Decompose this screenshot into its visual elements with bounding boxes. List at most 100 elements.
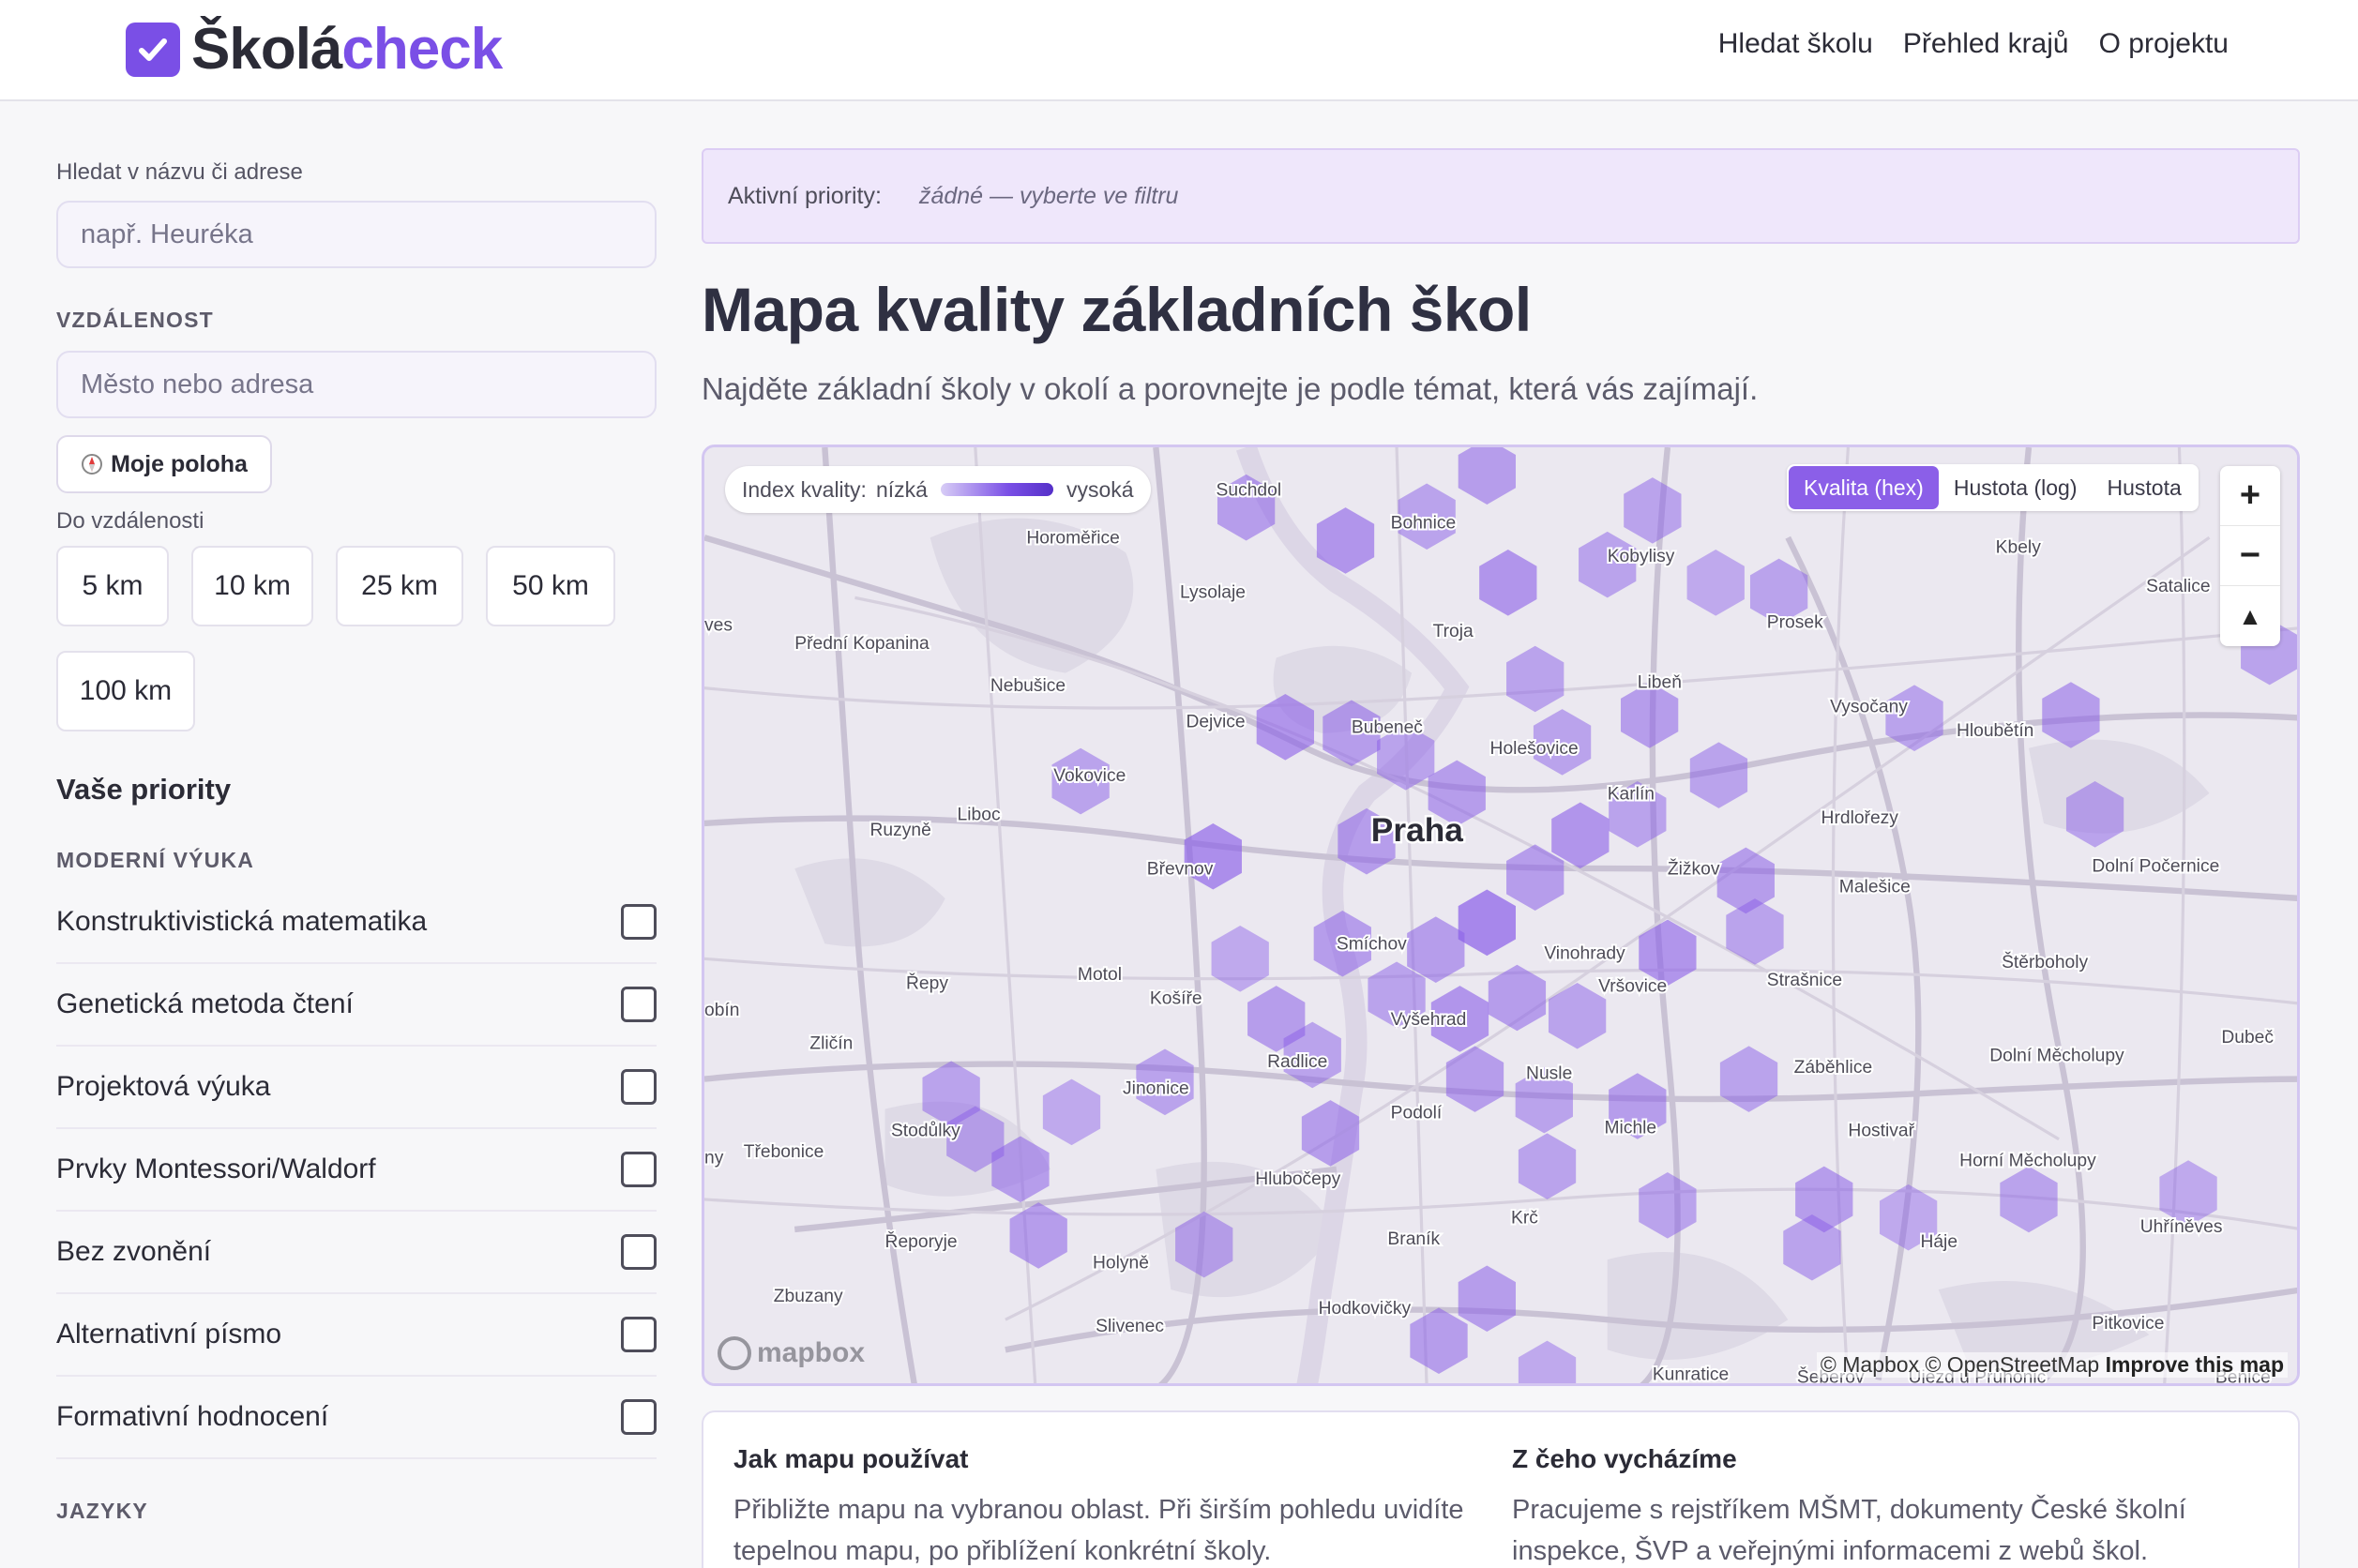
priority-checkbox[interactable] [621, 1317, 657, 1352]
priority-label: Alternativní písmo [56, 1319, 282, 1349]
place-label: Kunratice [1653, 1364, 1729, 1384]
priority-label: Projektová výuka [56, 1071, 271, 1102]
priority-checkbox[interactable] [621, 987, 657, 1022]
place-label: Řeporyje [885, 1232, 958, 1252]
checkbox-logo-icon [126, 23, 180, 77]
nav-find-school[interactable]: Hledat školu [1718, 28, 1873, 60]
place-label: Suchdol [1217, 480, 1282, 500]
nav-about[interactable]: O projektu [2099, 28, 2229, 60]
distance-25km-button[interactable]: 25 km [336, 546, 463, 626]
legend-high: vysoká [1066, 476, 1134, 502]
priority-checkbox[interactable] [621, 904, 657, 940]
place-label: Smíchov [1337, 935, 1407, 955]
place-label: Ruzyně [869, 821, 930, 840]
priority-item[interactable]: Genetická metoda čtení [56, 964, 657, 1047]
place-label: Satalice [2146, 577, 2210, 596]
logo-text: Školácheck [191, 21, 503, 79]
nav-regions[interactable]: Přehled krajů [1903, 28, 2069, 60]
place-label: Libeň [1638, 673, 1682, 693]
place-label: Holyně [1093, 1254, 1149, 1274]
page-title: Mapa kvality základních škol [702, 275, 1532, 344]
page-subtitle: Najděte základní školy v okolí a porovne… [702, 371, 1759, 406]
improve-map-link[interactable]: Improve this map [2106, 1352, 2284, 1377]
place-label: Horní Měcholupy [1959, 1152, 2096, 1171]
place-label: Michle [1605, 1118, 1657, 1138]
place-label: Pitkovice [2092, 1314, 2164, 1334]
place-label: Slivenec [1096, 1317, 1164, 1336]
quality-map[interactable]: Suchdol Bohnice Horoměřice Kobylisy Kbely Sat… [702, 445, 2300, 1386]
distance-50km-button[interactable]: 50 km [486, 546, 615, 626]
priority-checkbox[interactable] [621, 1152, 657, 1187]
active-priorities-label: Aktivní priority: [728, 182, 882, 209]
distance-5km-button[interactable]: 5 km [56, 546, 169, 626]
info-src-title: Z čeho vycházíme [1512, 1444, 1737, 1473]
place-label: Uhříněves [2140, 1217, 2223, 1237]
priority-label: Bez zvonění [56, 1236, 212, 1267]
place-label: Dolní Měcholupy [1989, 1046, 2124, 1065]
mode-density[interactable]: Hustota [2093, 466, 2197, 509]
map-canvas[interactable]: Suchdol Bohnice Horoměřice Kobylisy Kbely Sat… [704, 447, 2300, 1386]
place-label: Holešovice [1490, 739, 1579, 759]
compass-button[interactable]: ▲ [2220, 586, 2280, 646]
place-label: Horoměřice [1026, 529, 1120, 549]
place-label: Hrdlořezy [1821, 808, 1899, 828]
priorities-title: Vaše priority [56, 773, 232, 806]
zoom-out-button[interactable]: − [2220, 526, 2280, 586]
city-label: Praha [1371, 812, 1463, 849]
distance-10km-button[interactable]: 10 km [191, 546, 313, 626]
place-label: Motol [1078, 965, 1122, 985]
map-zoom-controls: + − ▲ [2220, 466, 2280, 646]
priority-label: Genetická metoda čtení [56, 988, 354, 1019]
location-input[interactable]: Město nebo adresa [56, 351, 657, 418]
place-label: ny [704, 1148, 724, 1168]
distance-section-title: VZDÁLENOST [56, 308, 214, 332]
place-label: Lysolaje [1180, 582, 1246, 602]
info-how-title: Jak mapu používat [733, 1444, 969, 1473]
priority-item[interactable]: Formativní hodnocení [56, 1377, 657, 1459]
priority-label: Konstruktivistická matematika [56, 906, 428, 937]
legend-gradient [940, 483, 1053, 496]
priority-item[interactable]: Bez zvonění [56, 1212, 657, 1294]
place-label: Dejvice [1186, 712, 1245, 731]
mode-quality-hex[interactable]: Kvalita (hex) [1789, 466, 1939, 509]
distance-100km-button[interactable]: 100 km [56, 651, 195, 731]
my-location-button[interactable]: Moje poloha [56, 435, 272, 493]
site-logo[interactable]: Školácheck [126, 19, 503, 81]
map-attribution: © Mapbox © OpenStreetMap Improve this ma… [1816, 1352, 2288, 1378]
place-label: Zličín [809, 1034, 853, 1054]
priority-item[interactable]: Projektová výuka [56, 1047, 657, 1129]
priority-item[interactable]: Konstruktivistická matematika [56, 882, 657, 964]
search-input[interactable]: např. Heuréka [56, 201, 657, 268]
place-label: Bohnice [1391, 514, 1457, 534]
active-priorities-value: žádné — vyberte ve filtru [918, 182, 1179, 209]
place-label: Dubeč [2221, 1028, 2274, 1048]
zoom-in-button[interactable]: + [2220, 466, 2280, 526]
attribution-text[interactable]: © Mapbox © OpenStreetMap [1821, 1352, 2099, 1377]
logo-text-dark: Školá [191, 17, 342, 82]
priority-item[interactable]: Prvky Montessori/Waldorf [56, 1129, 657, 1212]
priority-checkbox[interactable] [621, 1399, 657, 1435]
place-label: Přední Kopanina [794, 634, 930, 654]
mode-density-log[interactable]: Hustota (log) [1939, 466, 2093, 509]
compass-icon [82, 454, 103, 475]
place-label: Hloubětín [1957, 721, 2033, 741]
priority-item[interactable]: Alternativní písmo [56, 1294, 657, 1377]
mapbox-logo[interactable]: mapbox [718, 1334, 865, 1372]
place-label: Radlice [1267, 1052, 1327, 1072]
priority-checkbox[interactable] [621, 1234, 657, 1270]
modern-section-title: MODERNÍ VÝUKA [56, 848, 255, 872]
place-label: Hostivař [1848, 1122, 1914, 1141]
place-label: Vysočany [1830, 697, 1908, 716]
place-label: Podolí [1391, 1103, 1443, 1123]
place-label: Nusle [1526, 1064, 1572, 1084]
logo-text-accent: check [341, 17, 503, 82]
place-label: Žižkov [1668, 859, 1720, 879]
priority-label: Prvky Montessori/Waldorf [56, 1153, 376, 1184]
place-label: Malešice [1839, 878, 1911, 897]
priority-checkbox[interactable] [621, 1069, 657, 1105]
place-label: Prosek [1767, 612, 1823, 632]
place-label: Liboc [958, 806, 1001, 825]
mapbox-logo-text: mapbox [757, 1337, 866, 1368]
place-label: Stodůlky [891, 1122, 960, 1141]
map-mode-toggle: Kvalita (hex) Hustota (log) Hustota [1787, 464, 2199, 511]
